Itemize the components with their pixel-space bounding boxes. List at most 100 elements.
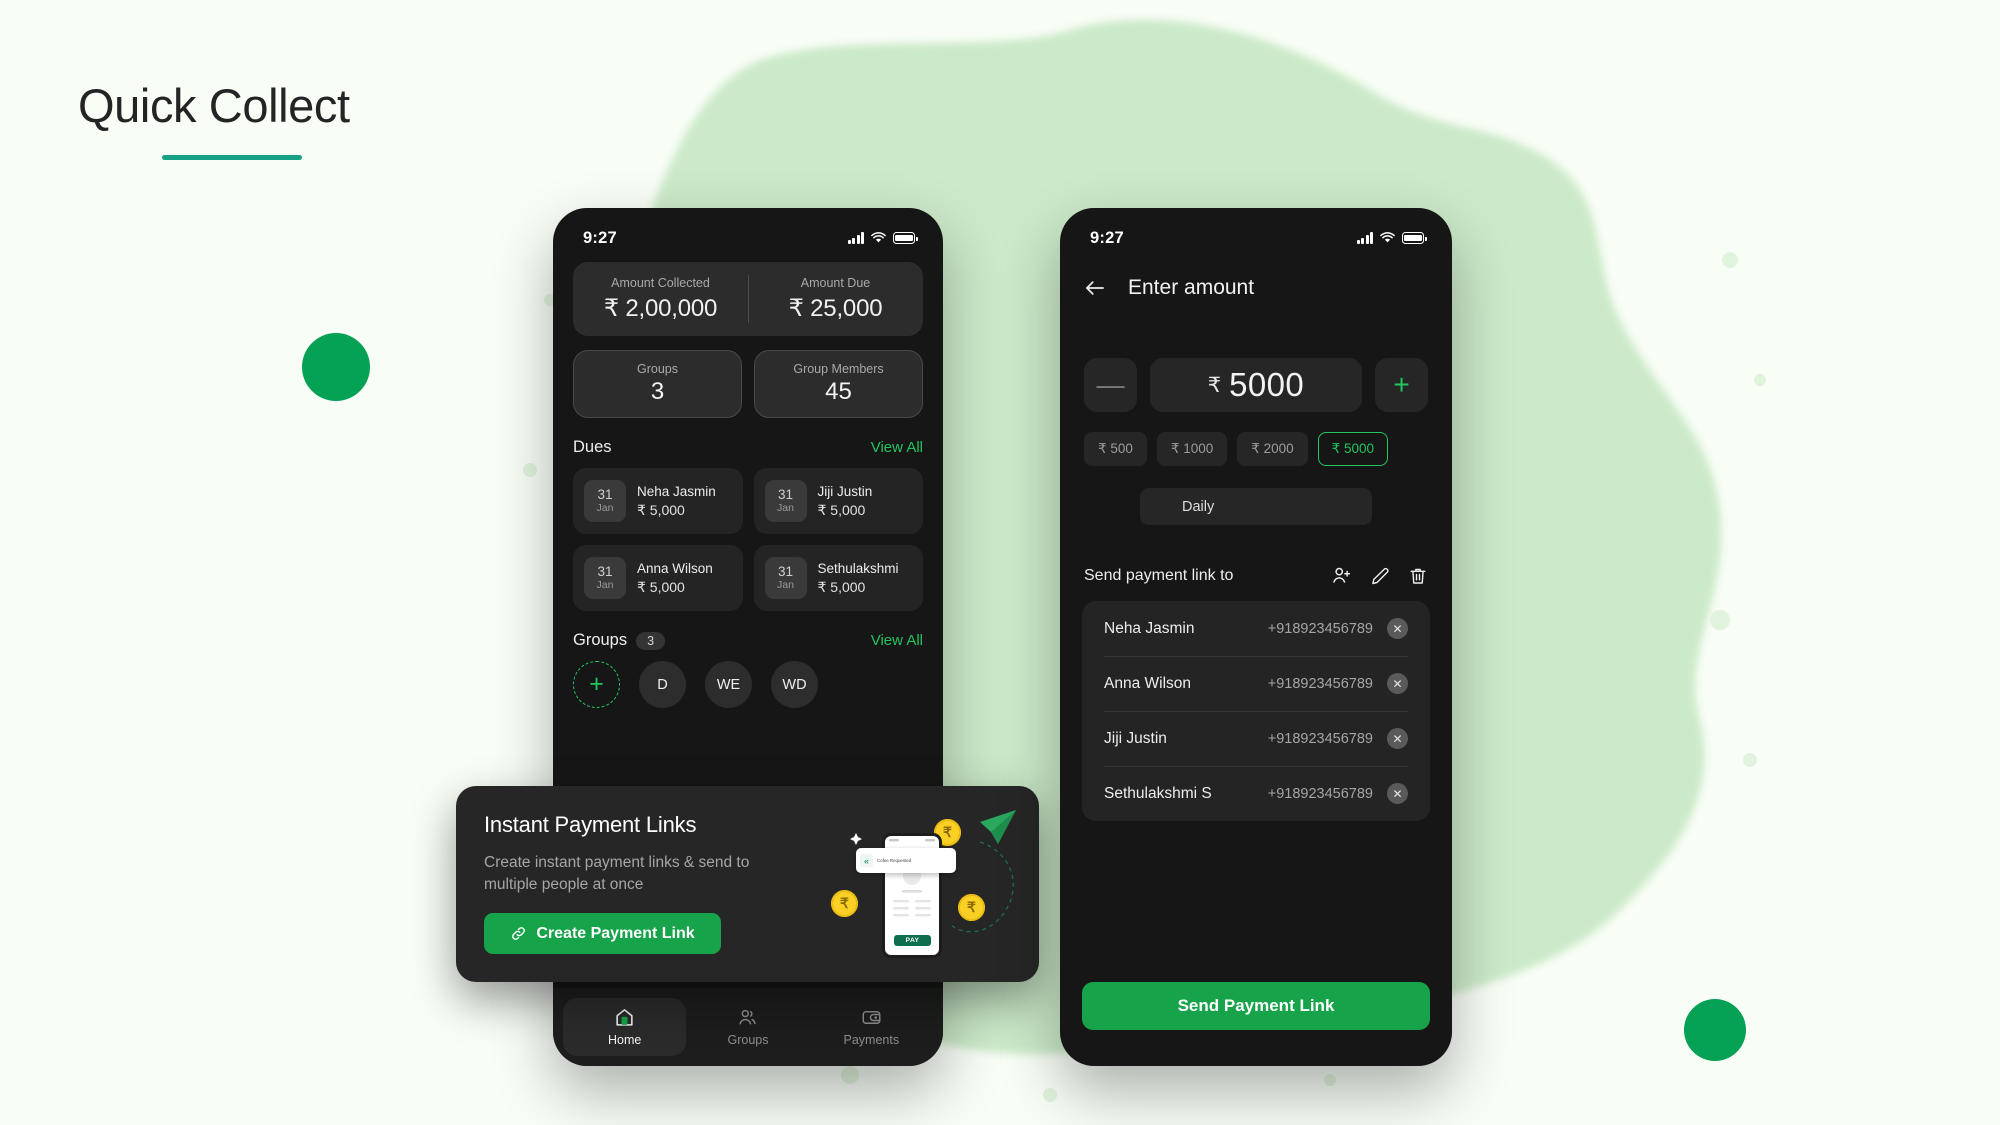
send-payment-link-button[interactable]: Send Payment Link	[1082, 982, 1430, 1030]
contact-name: Sethulakshmi S	[1104, 784, 1212, 802]
stat-card-group-members[interactable]: Group Members 45	[754, 350, 923, 418]
contact-name: Neha Jasmin	[1104, 619, 1195, 637]
group-avatar[interactable]: WE	[705, 661, 752, 708]
edit-pencil-icon[interactable]	[1370, 566, 1390, 586]
contact-row[interactable]: Sethulakshmi S +918923456789 ✕	[1086, 766, 1426, 821]
contact-row[interactable]: Jiji Justin +918923456789 ✕	[1086, 711, 1426, 766]
amount-collected-value: ₹ 2,00,000	[603, 294, 718, 322]
dues-view-all-link[interactable]: View All	[871, 439, 923, 456]
currency-symbol: ₹	[1207, 373, 1222, 397]
due-month: Jan	[596, 502, 614, 515]
arrow-left-icon[interactable]	[1084, 279, 1106, 297]
decorative-circle-left	[302, 333, 370, 401]
decorative-circle-right	[1684, 999, 1746, 1061]
home-icon	[614, 1007, 635, 1028]
amount-input-field[interactable]: ₹ 5000	[1150, 358, 1362, 412]
groups-view-all-link[interactable]: View All	[871, 632, 923, 649]
send-payment-link-header: Send payment link to	[1060, 565, 1452, 586]
wifi-icon	[871, 232, 886, 244]
amount-summary-card: Amount Collected ₹ 2,00,000 Amount Due ₹…	[573, 262, 923, 336]
quick-amount-chip-2000[interactable]: ₹ 2000	[1237, 432, 1308, 466]
due-day: 31	[777, 563, 794, 579]
amount-value: 5000	[1229, 366, 1305, 403]
frequency-selector[interactable]: Daily	[1140, 488, 1372, 525]
remove-contact-icon[interactable]: ✕	[1387, 618, 1408, 639]
amount-due-cell: Amount Due ₹ 25,000	[748, 262, 923, 336]
enter-amount-header: Enter amount	[1060, 256, 1452, 300]
status-time: 9:27	[1090, 228, 1124, 247]
due-name: Sethulakshmi	[817, 560, 899, 576]
create-payment-link-button[interactable]: Create Payment Link	[484, 913, 721, 954]
nav-item-payments[interactable]: Payments	[810, 998, 933, 1056]
instant-payment-links-promo-card: Instant Payment Links Create instant pay…	[456, 786, 1039, 982]
stat-card-groups[interactable]: Groups 3	[573, 350, 742, 418]
due-date-badge: 31 Jan	[764, 480, 807, 522]
people-icon	[737, 1007, 758, 1028]
home-content: Amount Collected ₹ 2,00,000 Amount Due ₹…	[553, 256, 943, 708]
due-month: Jan	[777, 579, 794, 592]
nav-label: Groups	[727, 1033, 769, 1047]
bottom-navigation: Home Groups Payments	[553, 988, 943, 1066]
quick-amount-chip-500[interactable]: ₹ 500	[1084, 432, 1147, 466]
due-card[interactable]: 31 Jan Neha Jasmin ₹ 5,000	[573, 468, 743, 534]
add-group-button[interactable]: +	[573, 661, 620, 708]
due-card[interactable]: 31 Jan Jiji Justin ₹ 5,000	[753, 468, 923, 534]
group-avatar[interactable]: D	[639, 661, 686, 708]
mini-pay-button: PAY	[894, 935, 931, 946]
groups-count-badge: 3	[636, 631, 666, 650]
quick-amount-chip-1000[interactable]: ₹ 1000	[1156, 432, 1228, 466]
status-time: 9:27	[583, 228, 617, 247]
frequency-row: Daily	[1060, 488, 1452, 525]
group-avatar-row: + D WE WD	[573, 661, 923, 708]
create-payment-link-label: Create Payment Link	[536, 924, 695, 942]
decrement-button[interactable]: —	[1084, 358, 1137, 412]
signal-icon	[848, 232, 864, 244]
amount-collected-label: Amount Collected	[611, 275, 710, 290]
dues-section-header: Dues View All	[573, 438, 923, 457]
page-title: Quick Collect	[78, 79, 350, 132]
contact-phone: +918923456789	[1267, 785, 1373, 802]
send-payment-link-label: Send payment link to	[1084, 566, 1234, 584]
due-date-badge: 31 Jan	[584, 480, 626, 522]
phone-enter-amount-screen: 9:27 Enter amount — ₹ 5000 + ₹ 500 ₹ 100…	[1060, 208, 1452, 1066]
wifi-icon	[1380, 232, 1395, 244]
trash-icon[interactable]	[1408, 566, 1428, 586]
due-month: Jan	[596, 579, 614, 592]
group-avatar[interactable]: WD	[771, 661, 818, 708]
battery-icon	[1402, 232, 1427, 244]
amount-stepper: — ₹ 5000 +	[1060, 358, 1452, 412]
due-amount: ₹ 5,000	[637, 501, 685, 518]
due-day: 31	[597, 486, 613, 502]
rupee-coin-icon: ₹	[831, 890, 858, 917]
contact-row[interactable]: Anna Wilson +918923456789 ✕	[1086, 656, 1426, 711]
page-title-block: Quick Collect	[78, 78, 350, 160]
stat-label: Group Members	[793, 362, 884, 376]
status-bar: 9:27	[553, 208, 943, 256]
nav-label: Home	[607, 1033, 642, 1047]
quick-amount-chip-5000[interactable]: ₹ 5000	[1317, 432, 1388, 466]
due-name: Neha Jasmin	[637, 483, 716, 499]
due-card[interactable]: 31 Jan Sethulakshmi ₹ 5,000	[753, 545, 923, 611]
rupee-coin-icon: ₹	[958, 894, 985, 921]
battery-icon	[893, 232, 918, 244]
due-amount: ₹ 5,000	[817, 501, 866, 518]
due-card[interactable]: 31 Jan Anna Wilson ₹ 5,000	[573, 545, 743, 611]
nav-item-groups[interactable]: Groups	[686, 998, 809, 1056]
increment-button[interactable]: +	[1375, 358, 1428, 412]
contact-phone: +918923456789	[1267, 730, 1373, 747]
remove-contact-icon[interactable]: ✕	[1387, 783, 1408, 804]
screenshot-canvas: Quick Collect 9:27 Amount Collected ₹ 2,…	[0, 0, 2000, 1125]
due-date-badge: 31 Jan	[584, 557, 626, 599]
remove-contact-icon[interactable]: ✕	[1387, 673, 1408, 694]
promo-title: Instant Payment Links	[484, 812, 697, 837]
dues-grid: 31 Jan Neha Jasmin ₹ 5,000 31 Jan Jiji J…	[573, 468, 923, 611]
add-person-icon[interactable]	[1331, 565, 1352, 586]
mini-toast-text: Cofee Requested	[877, 858, 912, 863]
contact-row[interactable]: Neha Jasmin +918923456789 ✕	[1086, 601, 1426, 656]
remove-contact-icon[interactable]: ✕	[1387, 728, 1408, 749]
contact-list: Neha Jasmin +918923456789 ✕ Anna Wilson …	[1082, 601, 1430, 821]
mini-toast-notification: « Cofee Requested	[856, 848, 956, 873]
amount-collected-cell: Amount Collected ₹ 2,00,000	[573, 262, 748, 336]
due-amount: ₹ 5,000	[637, 578, 685, 595]
nav-item-home[interactable]: Home	[563, 998, 687, 1056]
